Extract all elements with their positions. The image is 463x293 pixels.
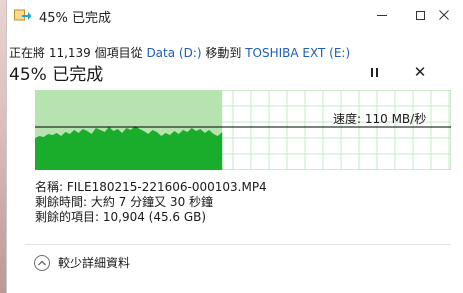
transfer-details: 名稱: FILE180215-221606-000103.MP4 剩餘時間: 大… <box>35 180 267 225</box>
close-button[interactable] <box>425 0 463 30</box>
title-bar[interactable]: 45% 已完成 <box>7 0 463 31</box>
copy-middle: 移動到 <box>201 46 246 60</box>
desktop: 45% 已完成 正在將 11,139 個項目從 Data (D:) 移動到 TO… <box>0 0 463 293</box>
close-icon <box>439 10 449 20</box>
window-title: 45% 已完成 <box>39 11 112 26</box>
file-copy-dialog: 45% 已完成 正在將 11,139 個項目從 Data (D:) 移動到 TO… <box>6 0 463 293</box>
maximize-icon <box>415 10 425 20</box>
throughput-graph <box>35 90 451 170</box>
copy-prefix: 正在將 11,139 個項目從 <box>9 46 147 60</box>
source-location-link[interactable]: Data (D:) <box>146 46 201 60</box>
less-details-button[interactable]: 較少詳細資料 <box>34 254 130 271</box>
file-name: 名稱: FILE180215-221606-000103.MP4 <box>35 180 267 194</box>
pause-button[interactable] <box>363 62 385 82</box>
speed-label: 速度: 110 MB/秒 <box>333 112 427 126</box>
stop-icon: ✕ <box>413 63 427 81</box>
pause-icon <box>370 67 378 77</box>
copy-arrow-icon <box>14 9 32 21</box>
percent-complete-heading: 45% 已完成 <box>9 65 104 85</box>
destination-location-link[interactable]: TOSHIBA EXT (E:) <box>245 46 350 60</box>
footer-divider <box>25 244 451 245</box>
minimize-button[interactable] <box>363 0 401 30</box>
stop-button[interactable]: ✕ <box>409 62 431 82</box>
chevron-up-icon <box>34 254 50 271</box>
items-remaining: 剩餘的項目: 10,904 (45.6 GB) <box>35 210 207 224</box>
copy-description: 正在將 11,139 個項目從 Data (D:) 移動到 TOSHIBA EX… <box>9 44 350 61</box>
minimize-icon <box>377 14 387 16</box>
time-remaining: 剩餘時間: 大約 7 分鐘又 30 秒鐘 <box>35 195 214 209</box>
less-details-label: 較少詳細資料 <box>58 256 131 270</box>
